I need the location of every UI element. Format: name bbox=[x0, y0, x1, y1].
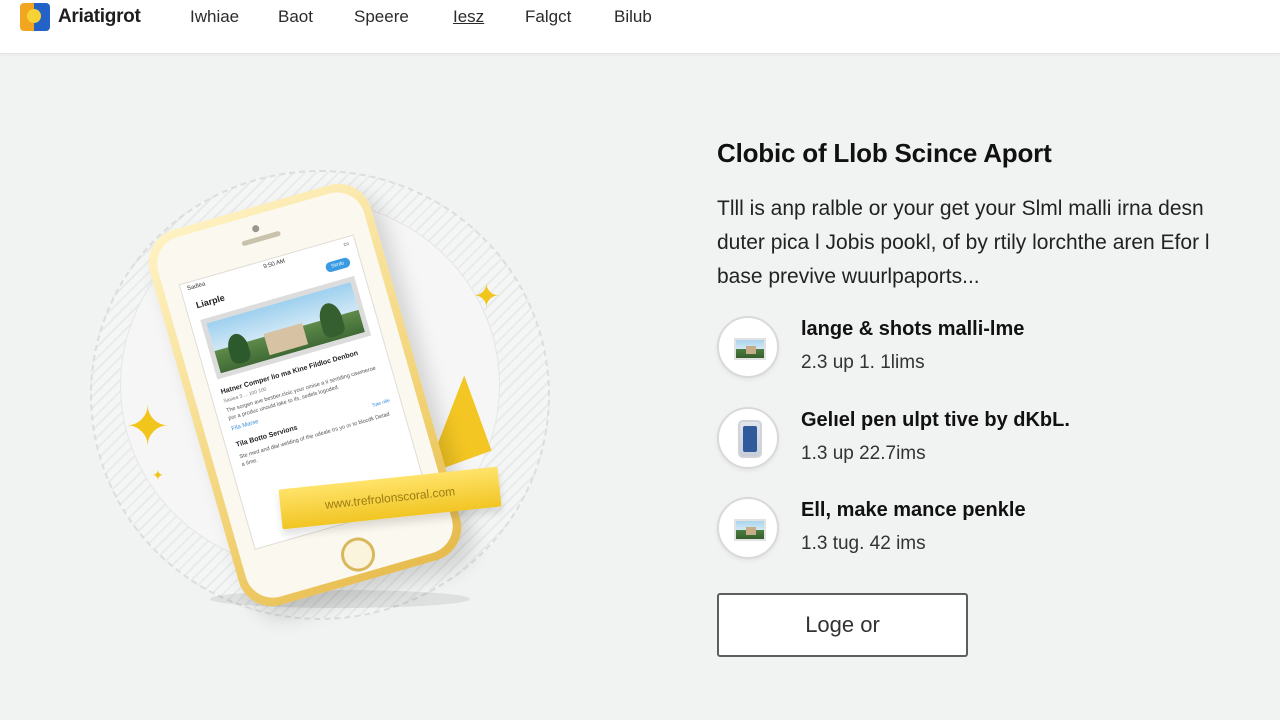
lede-paragraph: Tlll is anp ralble or your get your Slml… bbox=[717, 197, 1210, 288]
feature-item: lange & shots malli-lme 2.3 up 1. 1lims bbox=[717, 316, 1237, 380]
sparkle-small-icon: ✦ bbox=[152, 467, 164, 483]
photo-icon bbox=[717, 316, 779, 378]
brand[interactable]: Ariatigrot bbox=[20, 2, 141, 32]
speaker-grille bbox=[241, 230, 282, 247]
device-icon bbox=[717, 407, 779, 469]
nav-link-3[interactable]: Speere bbox=[354, 7, 409, 27]
photo-icon bbox=[717, 497, 779, 559]
feature-title: Gelıel pen ulpt tive by dKbL. bbox=[801, 409, 1070, 431]
feature-item: Ell, make mance penkle 1.3 tug. 42 ims bbox=[717, 497, 1237, 561]
sparkle-icon: ✦ bbox=[473, 278, 500, 314]
nav-link-5[interactable]: Falgct bbox=[525, 7, 571, 27]
feature-item: Gelıel pen ulpt tive by dKbL. 1.3 up 22.… bbox=[717, 407, 1237, 471]
nav-link-4[interactable]: Iesz bbox=[453, 7, 484, 27]
logo-icon bbox=[20, 3, 52, 31]
page-title: Clobic of Llob Scince Aport bbox=[717, 138, 1052, 168]
screen-pill: Sirrdo bbox=[324, 256, 352, 274]
feature-subtitle: 1.3 up 22.7ims bbox=[801, 443, 926, 464]
feature-subtitle: 1.3 tug. 42 ims bbox=[801, 533, 926, 554]
nav-link-1[interactable]: Iwhiae bbox=[190, 7, 239, 27]
top-nav: Ariatigrot Iwhiae Baot Speere Iesz Falgc… bbox=[0, 0, 1280, 54]
hero-illustration: ✦ ✦ ✦ Sadiea 9:50 AM ▭ Liarple Sirrdo Ha… bbox=[80, 160, 560, 630]
nav-link-2[interactable]: Baot bbox=[278, 7, 313, 27]
sparkle-icon: ✦ bbox=[125, 397, 171, 457]
home-button bbox=[337, 533, 380, 576]
nav-link-6[interactable]: Bilub bbox=[614, 7, 652, 27]
camera-icon bbox=[251, 224, 261, 233]
feature-title: Ell, make mance penkle bbox=[801, 499, 1026, 521]
brand-name: Ariatigrot bbox=[58, 6, 141, 27]
login-button[interactable]: Loge or bbox=[717, 593, 968, 657]
feature-title: lange & shots malli-lme bbox=[801, 318, 1025, 340]
screen-title: Liarple bbox=[194, 292, 226, 311]
feature-subtitle: 2.3 up 1. 1lims bbox=[801, 352, 925, 373]
battery-icon: ▭ bbox=[342, 241, 350, 249]
